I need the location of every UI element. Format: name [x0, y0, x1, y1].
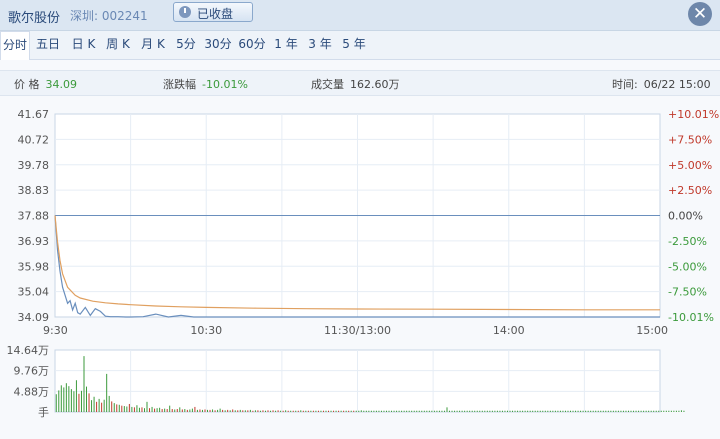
tab-5[interactable]: 5分 [171, 31, 201, 58]
y-tick-label-left: 35.04 [18, 286, 50, 299]
y-tick-label-right: 0.00% [668, 210, 703, 223]
price-info: 价 格 34.09 [14, 76, 77, 92]
x-tick-label: 9:30 [43, 324, 68, 337]
market-status-button[interactable]: 已收盘 [173, 2, 253, 22]
change-info: 涨跌幅 -10.01% [163, 76, 248, 92]
volume-label: 成交量 [311, 78, 344, 91]
y-tick-label-right: -7.50% [668, 286, 707, 299]
y-tick-label-left: 34.09 [18, 311, 50, 324]
y-tick-label-left: 36.93 [18, 235, 50, 248]
time-value: 06/22 15:00 [643, 78, 711, 91]
tab-9[interactable]: 3 年 [303, 31, 337, 58]
y-tick-label-left: 35.98 [18, 260, 50, 273]
y-tick-label-left: 37.88 [18, 210, 50, 223]
y-tick-label-right: +5.00% [668, 159, 712, 172]
stock-chart-window: 歌尔股份 深圳: 002241 已收盘 ✕ 分时 五日日 K周 K月 K 5分 30分… [0, 0, 720, 439]
tab-10[interactable]: 5 年 [337, 31, 371, 58]
market-status-label: 已收盘 [197, 7, 234, 21]
close-icon[interactable]: ✕ [688, 2, 712, 26]
time-info: 时间: 06/22 15:00 [612, 76, 711, 92]
clock-icon [179, 6, 191, 18]
y-tick-label-right: -5.00% [668, 260, 707, 273]
quote-info-bar: 价 格 34.09 涨跌幅 -10.01% 成交量 162.60万 时间: 06/22 … [0, 70, 720, 96]
y-tick-label-left: 41.67 [18, 108, 50, 121]
y-tick-label-right: -10.01% [668, 311, 714, 324]
tab-7[interactable]: 60分 [235, 31, 269, 58]
stock-name: 歌尔股份 [8, 11, 61, 26]
title-bar: 歌尔股份 深圳: 002241 已收盘 ✕ [0, 0, 720, 31]
time-label: 时间: [612, 78, 638, 91]
y-tick-label-right: +2.50% [668, 184, 712, 197]
volume-tick-label: 4.88万 [14, 385, 50, 398]
change-value: -10.01% [202, 78, 248, 91]
volume-tick-label: 手 [38, 405, 49, 419]
y-tick-label-left: 40.72 [18, 133, 50, 146]
tab-6[interactable]: 30分 [201, 31, 235, 58]
tab-8[interactable]: 1 年 [269, 31, 303, 58]
x-tick-label: 14:00 [493, 324, 525, 337]
tab-4[interactable]: 月 K [135, 31, 171, 58]
x-tick-label: 10:30 [190, 324, 222, 337]
volume-value: 162.60万 [350, 78, 400, 91]
price-value: 34.09 [45, 78, 78, 91]
y-tick-label-left: 38.83 [18, 184, 50, 197]
tab-1[interactable]: 五日 [30, 31, 66, 58]
intraday-chart[interactable]: 41.67 40.72 39.78 38.83 37.88 36.93 35.98 35.04… [0, 96, 720, 439]
tab-0[interactable]: 分时 [0, 31, 30, 60]
y-tick-label-right: +7.50% [668, 133, 712, 146]
y-tick-label-right: -2.50% [668, 235, 707, 248]
exchange-code: 深圳: 002241 [70, 9, 148, 23]
x-tick-label: 15:00 [636, 324, 668, 337]
tab-2[interactable]: 日 K [66, 31, 101, 58]
price-label: 价 格 [14, 78, 40, 91]
volume-tick-label: 14.64万 [7, 344, 50, 357]
y-tick-label-right: +10.01% [668, 108, 719, 121]
tab-3[interactable]: 周 K [101, 31, 135, 58]
x-tick-label: 11:30/13:00 [324, 324, 391, 337]
volume-tick-label: 9.76万 [14, 365, 50, 378]
volume-info: 成交量 162.60万 [311, 76, 400, 92]
period-tabs: 分时 五日日 K周 K月 K 5分 30分 60分 1 年3 年5 年 [0, 31, 720, 60]
change-label: 涨跌幅 [163, 78, 196, 91]
y-tick-label-left: 39.78 [18, 159, 50, 172]
